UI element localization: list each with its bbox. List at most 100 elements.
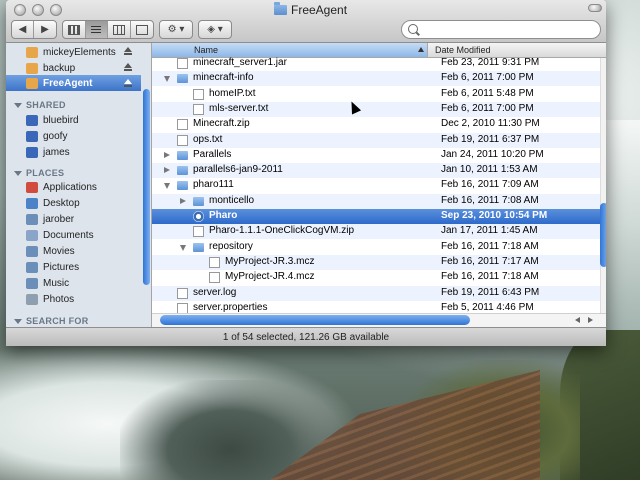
file-row[interactable]: homeIP.txt Feb 6, 2011 5:48 PM	[152, 87, 600, 102]
sidebar-item-applications[interactable]: Applications	[6, 179, 141, 195]
sidebar-item-goofy[interactable]: goofy	[6, 128, 141, 144]
sidebar-item-desktop[interactable]: Desktop	[6, 195, 141, 211]
file-row[interactable]: Minecraft.zip Dec 2, 2010 11:30 PM	[152, 117, 600, 132]
sidebar-item-movies[interactable]: Movies	[6, 243, 141, 259]
sidebar-section-places[interactable]: PLACES	[14, 168, 64, 178]
file-row[interactable]: minecraft_server1.jar Feb 23, 2011 9:31 P…	[152, 56, 600, 71]
sidebar-item-pictures[interactable]: Pictures	[6, 259, 141, 275]
sidebar-item-backup[interactable]: backup	[6, 60, 141, 76]
eject-icon[interactable]	[124, 47, 132, 55]
sidebar-item-bluebird[interactable]: bluebird	[6, 112, 141, 128]
disclosure-open-icon[interactable]	[180, 244, 186, 251]
status-bar: 1 of 54 selected, 121.26 GB available	[6, 327, 606, 346]
file-name: pharo111	[193, 179, 234, 191]
search-input[interactable]	[420, 22, 594, 38]
scroll-left-arrow-icon[interactable]	[575, 317, 580, 323]
file-name: Parallels	[193, 148, 232, 160]
status-text: 1 of 54 selected, 121.26 GB available	[222, 332, 390, 343]
sidebar-item-label: Documents	[43, 229, 94, 241]
music-icon	[26, 277, 38, 289]
section-header-label: SHARED	[26, 100, 66, 110]
name-column-header[interactable]: Name	[152, 43, 428, 57]
document-icon	[193, 103, 204, 115]
coverflow-view-button[interactable]	[131, 21, 153, 38]
folder-icon	[26, 62, 38, 74]
sidebar-item-label: Desktop	[43, 197, 80, 209]
file-date-modified: Feb 16, 2011 7:18 AM	[441, 240, 539, 252]
file-row[interactable]: MyProject-JR.4.mcz Feb 16, 2011 7:18 AM	[152, 270, 600, 285]
file-row[interactable]: monticello Feb 16, 2011 7:08 AM	[152, 193, 600, 209]
disclosure-closed-icon[interactable]	[164, 151, 170, 158]
disclosure-closed-icon[interactable]	[164, 167, 170, 174]
file-row[interactable]: pharo111 Feb 16, 2011 7:09 AM	[152, 178, 600, 193]
file-row[interactable]: MyProject-JR.3.mcz Feb 16, 2011 7:17 AM	[152, 254, 600, 270]
file-row[interactable]: minecraft-info Feb 6, 2011 7:00 PM	[152, 71, 600, 87]
eject-icon[interactable]	[124, 79, 132, 87]
folder-icon	[193, 196, 204, 206]
sidebar-item-label: Photos	[43, 293, 75, 305]
sidebar-item-jarober[interactable]: jarober	[6, 211, 141, 227]
file-date-modified: Feb 19, 2011 6:43 PM	[441, 286, 540, 298]
disclosure-open-icon[interactable]	[164, 76, 170, 83]
sidebar-item-freeagent[interactable]: FreeAgent	[6, 75, 141, 91]
document-icon	[193, 226, 204, 238]
sidebar-item-label: mickeyElements	[43, 46, 116, 58]
file-name: server.properties	[193, 301, 268, 313]
disclosure-closed-icon[interactable]	[180, 197, 186, 204]
desktop-icon	[26, 197, 38, 209]
list-view-button[interactable]	[85, 21, 108, 38]
sidebar-scrollbar[interactable]	[143, 89, 150, 285]
date-column-header[interactable]: Date Modified	[435, 45, 491, 55]
sidebar-item-photos[interactable]: Photos	[6, 291, 141, 307]
vertical-scrollbar-track[interactable]	[600, 58, 606, 313]
file-name: ops.txt	[193, 133, 223, 145]
file-row[interactable]: mls-server.txt Feb 6, 2011 7:00 PM	[152, 101, 600, 117]
sidebar-item-label: jarober	[43, 213, 75, 225]
horizontal-scrollbar-thumb[interactable]	[160, 315, 470, 325]
toolbar-toggle-button[interactable]	[588, 4, 602, 12]
vertical-scrollbar-thumb[interactable]	[600, 203, 606, 267]
file-row[interactable]: Pharo-1.1.1-OneClickCogVM.zip Jan 17, 201…	[152, 224, 600, 240]
search-field[interactable]	[401, 20, 601, 39]
action-button[interactable]: ⚙ ▾	[159, 20, 193, 39]
photos-icon	[26, 293, 38, 305]
sidebar-item-documents[interactable]: Documents	[6, 227, 141, 243]
folder-icon	[177, 181, 188, 191]
zoom-button[interactable]	[50, 4, 62, 16]
file-row[interactable]: Pharo Sep 23, 2010 10:54 PM	[152, 209, 600, 224]
finder-window: FreeAgent ◀ ▶ ⚙ ▾ ◈ ▾ mickeyElements bac…	[6, 0, 606, 346]
title-bar[interactable]: FreeAgent ◀ ▶ ⚙ ▾ ◈ ▾	[6, 0, 606, 43]
file-name: parallels6-jan9-2011	[193, 164, 283, 176]
file-row[interactable]: Parallels Jan 24, 2011 10:20 PM	[152, 148, 600, 163]
sidebar-item-label: Pictures	[43, 261, 80, 273]
sidebar-item-music[interactable]: Music	[6, 275, 141, 291]
sidebar-item-mickeyelements[interactable]: mickeyElements	[6, 44, 141, 60]
sidebar-section-search-for[interactable]: SEARCH FOR	[14, 316, 89, 326]
file-date-modified: Feb 6, 2011 7:00 PM	[441, 102, 534, 114]
icon-view-button[interactable]	[63, 21, 86, 38]
scroll-right-arrow-icon[interactable]	[588, 317, 593, 323]
disclosure-open-icon[interactable]	[164, 183, 170, 190]
document-icon	[209, 256, 220, 268]
back-button[interactable]: ◀	[12, 21, 35, 38]
file-row[interactable]: parallels6-jan9-2011 Jan 10, 2011 1:53 AM	[152, 163, 600, 179]
column-view-button[interactable]	[108, 21, 131, 38]
folder-icon	[177, 150, 188, 160]
file-name: minecraft-info	[193, 72, 254, 84]
file-date-modified: Dec 2, 2010 11:30 PM	[441, 118, 540, 130]
document-icon	[193, 88, 204, 100]
eject-icon[interactable]	[124, 63, 132, 71]
file-date-modified: Sep 23, 2010 10:54 PM	[441, 210, 548, 221]
sidebar-section-shared[interactable]: SHARED	[14, 100, 66, 110]
file-row[interactable]: server.log Feb 19, 2011 6:43 PM	[152, 285, 600, 301]
sidebar-item-james[interactable]: james	[6, 144, 141, 160]
file-row[interactable]: ops.txt Feb 19, 2011 6:37 PM	[152, 132, 600, 148]
movies-icon	[26, 245, 38, 257]
forward-button[interactable]: ▶	[34, 21, 56, 38]
disclosure-triangle-icon	[14, 318, 22, 324]
dropbox-button[interactable]: ◈ ▾	[198, 20, 232, 39]
document-icon	[177, 119, 188, 131]
file-row[interactable]: repository Feb 16, 2011 7:18 AM	[152, 240, 600, 255]
close-button[interactable]	[14, 4, 26, 16]
minimize-button[interactable]	[32, 4, 44, 16]
